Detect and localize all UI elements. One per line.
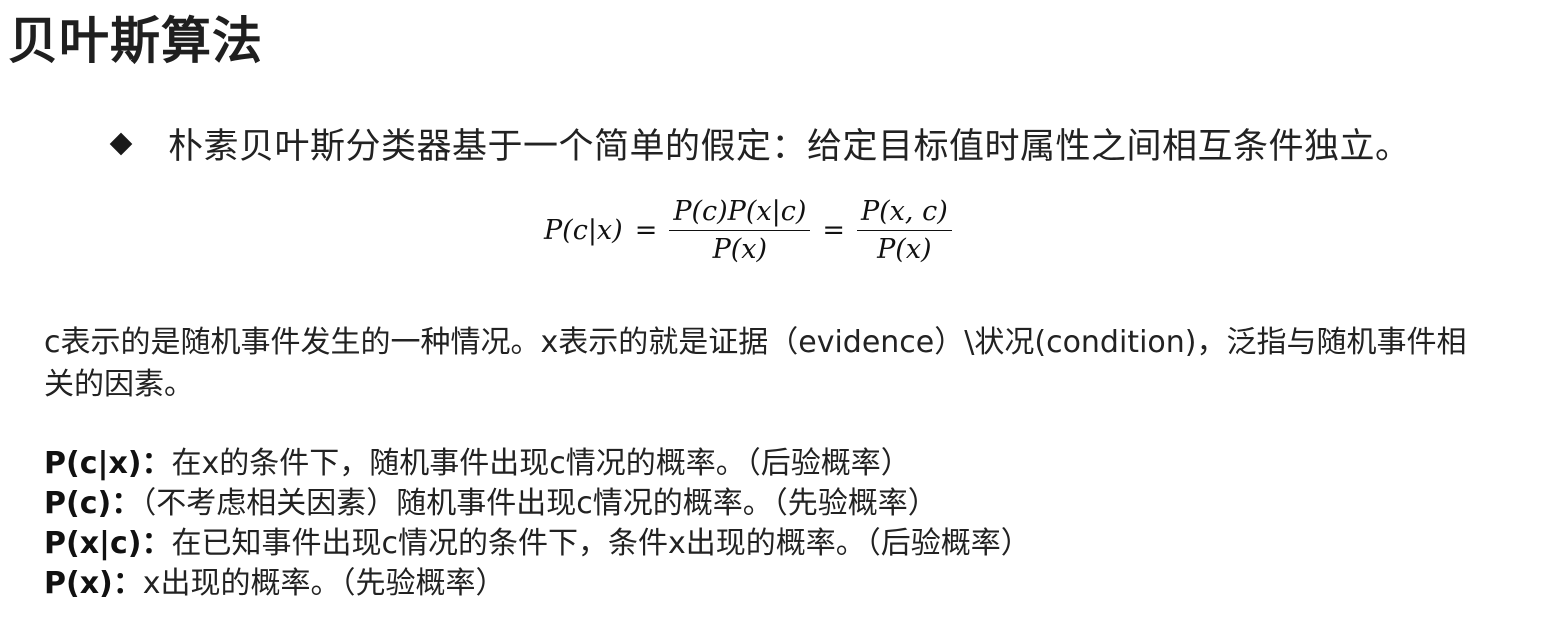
slide-title: 贝叶斯算法 xyxy=(8,12,263,70)
formula-fraction-2: P(x, c) P(x) xyxy=(856,196,952,265)
definition-term: P(x)： xyxy=(44,566,143,601)
definition-item: P(c)：（不考虑相关因素）随机事件出现c情况的概率。（先验概率） xyxy=(44,484,1031,524)
definition-item: P(x)：x出现的概率。（先验概率） xyxy=(44,564,1031,604)
definition-term: P(c|x)： xyxy=(44,446,172,481)
definition-text: 在x的条件下，随机事件出现c情况的概率。（后验概率） xyxy=(171,446,911,481)
fraction-1-denominator: P(x) xyxy=(712,234,768,265)
formula-lhs: P(c|x) xyxy=(544,215,623,246)
fraction-2-denominator: P(x) xyxy=(877,234,932,265)
definition-text: （不考虑相关因素）随机事件出现c情况的概率。（先验概率） xyxy=(141,486,938,521)
fraction-1-numerator: P(c)P(x|c) xyxy=(669,196,811,231)
fraction-2-numerator: P(x, c) xyxy=(856,196,952,231)
formula-fraction-1: P(c)P(x|c) P(x) xyxy=(669,196,811,265)
definition-item: P(x|c)：在已知事件出现c情况的条件下，条件x出现的概率。（后验概率） xyxy=(44,524,1031,564)
definition-term: P(x|c)： xyxy=(44,526,172,561)
bayes-formula: P(c|x) = P(c)P(x|c) P(x) = P(x, c) P(x) xyxy=(544,196,952,265)
formula-equals-2: = xyxy=(822,215,845,246)
diamond-bullet-icon xyxy=(110,133,132,155)
bullet-text: 朴素贝叶斯分类器基于一个简单的假定：给定目标值时属性之间相互条件独立。 xyxy=(168,127,1411,167)
definition-item: P(c|x)：在x的条件下，随机事件出现c情况的概率。（后验概率） xyxy=(44,444,1031,484)
variable-description: c表示的是随机事件发生的一种情况。x表示的就是证据（evidence）\状况(c… xyxy=(44,325,1467,402)
definition-text: x出现的概率。（先验概率） xyxy=(142,566,506,601)
bullet-point: 朴素贝叶斯分类器基于一个简单的假定：给定目标值时属性之间相互条件独立。 xyxy=(110,118,1411,169)
formula-equals-1: = xyxy=(634,215,658,246)
definition-text: 在已知事件出现c情况的条件下，条件x出现的概率。（后验概率） xyxy=(171,526,1031,561)
definitions-list: P(c|x)：在x的条件下，随机事件出现c情况的概率。（后验概率） P(c)：（… xyxy=(44,444,1031,604)
definition-term: P(c)： xyxy=(44,486,142,521)
